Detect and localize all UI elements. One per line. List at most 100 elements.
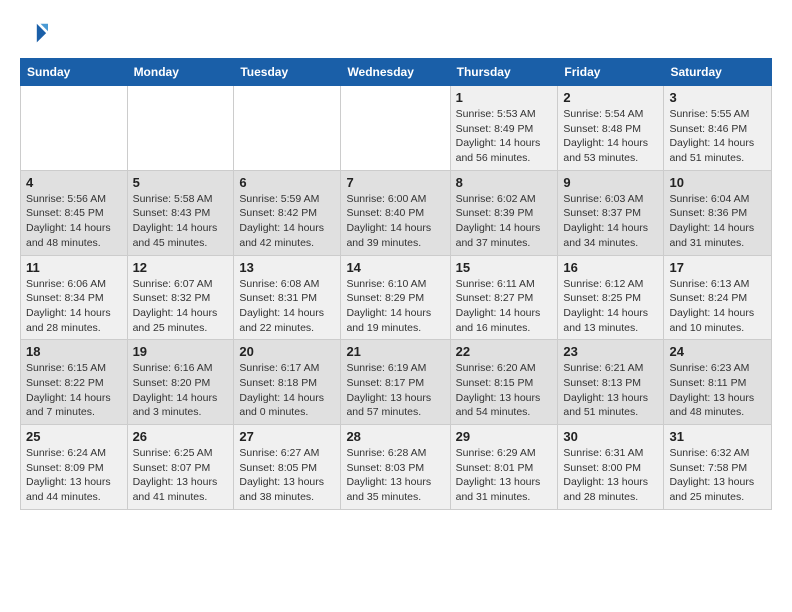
day-info: Sunrise: 6:12 AM Sunset: 8:25 PM Dayligh… bbox=[563, 277, 658, 336]
day-number: 14 bbox=[346, 260, 444, 275]
logo-icon bbox=[20, 20, 48, 48]
day-number: 18 bbox=[26, 344, 122, 359]
week-row-4: 18 Sunrise: 6:15 AM Sunset: 8:22 PM Dayli… bbox=[21, 340, 772, 425]
calendar-table: SundayMondayTuesdayWednesdayThursdayFrid… bbox=[20, 58, 772, 510]
day-info: Sunrise: 6:06 AM Sunset: 8:34 PM Dayligh… bbox=[26, 277, 122, 336]
day-number: 10 bbox=[669, 175, 766, 190]
day-number: 3 bbox=[669, 90, 766, 105]
weekday-header-friday: Friday bbox=[558, 59, 664, 86]
day-info: Sunrise: 6:21 AM Sunset: 8:13 PM Dayligh… bbox=[563, 361, 658, 420]
day-info: Sunrise: 6:24 AM Sunset: 8:09 PM Dayligh… bbox=[26, 446, 122, 505]
day-cell: 7Sunrise: 6:00 AM Sunset: 8:40 PM Daylig… bbox=[341, 170, 450, 255]
day-info: Sunrise: 6:29 AM Sunset: 8:01 PM Dayligh… bbox=[456, 446, 553, 505]
weekday-header-tuesday: Tuesday bbox=[234, 59, 341, 86]
day-number: 29 bbox=[456, 429, 553, 444]
page-header bbox=[20, 20, 772, 48]
day-cell: 29 Sunrise: 6:29 AM Sunset: 8:01 PM Dayli… bbox=[450, 425, 558, 510]
day-info: Sunrise: 6:20 AM Sunset: 8:15 PM Dayligh… bbox=[456, 361, 553, 420]
weekday-header-wednesday: Wednesday bbox=[341, 59, 450, 86]
weekday-header-thursday: Thursday bbox=[450, 59, 558, 86]
day-number: 23 bbox=[563, 344, 658, 359]
day-cell: 22Sunrise: 6:20 AM Sunset: 8:15 PM Dayli… bbox=[450, 340, 558, 425]
day-cell bbox=[127, 86, 234, 171]
day-number: 1 bbox=[456, 90, 553, 105]
day-cell: 28 Sunrise: 6:28 AM Sunset: 8:03 PM Dayli… bbox=[341, 425, 450, 510]
day-info: Sunrise: 6:27 AM Sunset: 8:05 PM Dayligh… bbox=[239, 446, 335, 505]
day-cell: 4Sunrise: 5:56 AM Sunset: 8:45 PM Daylig… bbox=[21, 170, 128, 255]
day-cell: 3 Sunrise: 5:55 AM Sunset: 8:46 PM Daylig… bbox=[664, 86, 772, 171]
day-number: 24 bbox=[669, 344, 766, 359]
day-cell: 5 Sunrise: 5:58 AM Sunset: 8:43 PM Daylig… bbox=[127, 170, 234, 255]
day-number: 20 bbox=[239, 344, 335, 359]
day-number: 5 bbox=[133, 175, 229, 190]
day-cell: 27 Sunrise: 6:27 AM Sunset: 8:05 PM Dayli… bbox=[234, 425, 341, 510]
day-cell: 6Sunrise: 5:59 AM Sunset: 8:42 PM Daylig… bbox=[234, 170, 341, 255]
weekday-header-monday: Monday bbox=[127, 59, 234, 86]
day-cell: 20 Sunrise: 6:17 AM Sunset: 8:18 PM Dayli… bbox=[234, 340, 341, 425]
day-cell bbox=[21, 86, 128, 171]
day-info: Sunrise: 6:04 AM Sunset: 8:36 PM Dayligh… bbox=[669, 192, 766, 251]
day-number: 15 bbox=[456, 260, 553, 275]
day-cell: 18 Sunrise: 6:15 AM Sunset: 8:22 PM Dayli… bbox=[21, 340, 128, 425]
day-cell: 2 Sunrise: 5:54 AM Sunset: 8:48 PM Daylig… bbox=[558, 86, 664, 171]
day-info: Sunrise: 6:28 AM Sunset: 8:03 PM Dayligh… bbox=[346, 446, 444, 505]
day-cell: 17 Sunrise: 6:13 AM Sunset: 8:24 PM Dayli… bbox=[664, 255, 772, 340]
day-info: Sunrise: 6:00 AM Sunset: 8:40 PM Dayligh… bbox=[346, 192, 444, 251]
day-info: Sunrise: 5:59 AM Sunset: 8:42 PM Dayligh… bbox=[239, 192, 335, 251]
day-info: Sunrise: 6:16 AM Sunset: 8:20 PM Dayligh… bbox=[133, 361, 229, 420]
day-number: 8 bbox=[456, 175, 553, 190]
week-row-2: 4Sunrise: 5:56 AM Sunset: 8:45 PM Daylig… bbox=[21, 170, 772, 255]
day-info: Sunrise: 6:17 AM Sunset: 8:18 PM Dayligh… bbox=[239, 361, 335, 420]
week-row-3: 11 Sunrise: 6:06 AM Sunset: 8:34 PM Dayli… bbox=[21, 255, 772, 340]
day-info: Sunrise: 5:53 AM Sunset: 8:49 PM Dayligh… bbox=[456, 107, 553, 166]
day-cell: 23 Sunrise: 6:21 AM Sunset: 8:13 PM Dayli… bbox=[558, 340, 664, 425]
day-number: 30 bbox=[563, 429, 658, 444]
day-info: Sunrise: 5:58 AM Sunset: 8:43 PM Dayligh… bbox=[133, 192, 229, 251]
day-info: Sunrise: 6:08 AM Sunset: 8:31 PM Dayligh… bbox=[239, 277, 335, 336]
day-info: Sunrise: 6:25 AM Sunset: 8:07 PM Dayligh… bbox=[133, 446, 229, 505]
day-cell: 19Sunrise: 6:16 AM Sunset: 8:20 PM Dayli… bbox=[127, 340, 234, 425]
day-number: 26 bbox=[133, 429, 229, 444]
day-number: 2 bbox=[563, 90, 658, 105]
day-number: 17 bbox=[669, 260, 766, 275]
day-cell: 30 Sunrise: 6:31 AM Sunset: 8:00 PM Dayli… bbox=[558, 425, 664, 510]
day-cell: 11 Sunrise: 6:06 AM Sunset: 8:34 PM Dayli… bbox=[21, 255, 128, 340]
day-cell: 21 Sunrise: 6:19 AM Sunset: 8:17 PM Dayli… bbox=[341, 340, 450, 425]
day-cell: 15 Sunrise: 6:11 AM Sunset: 8:27 PM Dayli… bbox=[450, 255, 558, 340]
day-cell: 9Sunrise: 6:03 AM Sunset: 8:37 PM Daylig… bbox=[558, 170, 664, 255]
day-info: Sunrise: 5:55 AM Sunset: 8:46 PM Dayligh… bbox=[669, 107, 766, 166]
day-info: Sunrise: 6:03 AM Sunset: 8:37 PM Dayligh… bbox=[563, 192, 658, 251]
weekday-header-sunday: Sunday bbox=[21, 59, 128, 86]
day-info: Sunrise: 5:54 AM Sunset: 8:48 PM Dayligh… bbox=[563, 107, 658, 166]
day-info: Sunrise: 6:19 AM Sunset: 8:17 PM Dayligh… bbox=[346, 361, 444, 420]
day-cell bbox=[341, 86, 450, 171]
day-cell: 13 Sunrise: 6:08 AM Sunset: 8:31 PM Dayli… bbox=[234, 255, 341, 340]
calendar-header: SundayMondayTuesdayWednesdayThursdayFrid… bbox=[21, 59, 772, 86]
day-info: Sunrise: 6:07 AM Sunset: 8:32 PM Dayligh… bbox=[133, 277, 229, 336]
day-info: Sunrise: 6:31 AM Sunset: 8:00 PM Dayligh… bbox=[563, 446, 658, 505]
day-number: 16 bbox=[563, 260, 658, 275]
day-cell: 24 Sunrise: 6:23 AM Sunset: 8:11 PM Dayli… bbox=[664, 340, 772, 425]
logo bbox=[20, 20, 50, 48]
day-number: 21 bbox=[346, 344, 444, 359]
day-info: Sunrise: 6:23 AM Sunset: 8:11 PM Dayligh… bbox=[669, 361, 766, 420]
day-info: Sunrise: 6:10 AM Sunset: 8:29 PM Dayligh… bbox=[346, 277, 444, 336]
day-info: Sunrise: 6:15 AM Sunset: 8:22 PM Dayligh… bbox=[26, 361, 122, 420]
day-number: 11 bbox=[26, 260, 122, 275]
day-info: Sunrise: 6:13 AM Sunset: 8:24 PM Dayligh… bbox=[669, 277, 766, 336]
calendar-body: 1 Sunrise: 5:53 AM Sunset: 8:49 PM Daylig… bbox=[21, 86, 772, 510]
day-cell: 14 Sunrise: 6:10 AM Sunset: 8:29 PM Dayli… bbox=[341, 255, 450, 340]
day-number: 12 bbox=[133, 260, 229, 275]
day-number: 31 bbox=[669, 429, 766, 444]
day-info: Sunrise: 6:11 AM Sunset: 8:27 PM Dayligh… bbox=[456, 277, 553, 336]
day-info: Sunrise: 6:02 AM Sunset: 8:39 PM Dayligh… bbox=[456, 192, 553, 251]
day-number: 13 bbox=[239, 260, 335, 275]
day-info: Sunrise: 6:32 AM Sunset: 7:58 PM Dayligh… bbox=[669, 446, 766, 505]
day-cell: 31 Sunrise: 6:32 AM Sunset: 7:58 PM Dayli… bbox=[664, 425, 772, 510]
day-cell bbox=[234, 86, 341, 171]
day-number: 28 bbox=[346, 429, 444, 444]
day-info: Sunrise: 5:56 AM Sunset: 8:45 PM Dayligh… bbox=[26, 192, 122, 251]
day-number: 27 bbox=[239, 429, 335, 444]
day-cell: 10 Sunrise: 6:04 AM Sunset: 8:36 PM Dayli… bbox=[664, 170, 772, 255]
week-row-1: 1 Sunrise: 5:53 AM Sunset: 8:49 PM Daylig… bbox=[21, 86, 772, 171]
